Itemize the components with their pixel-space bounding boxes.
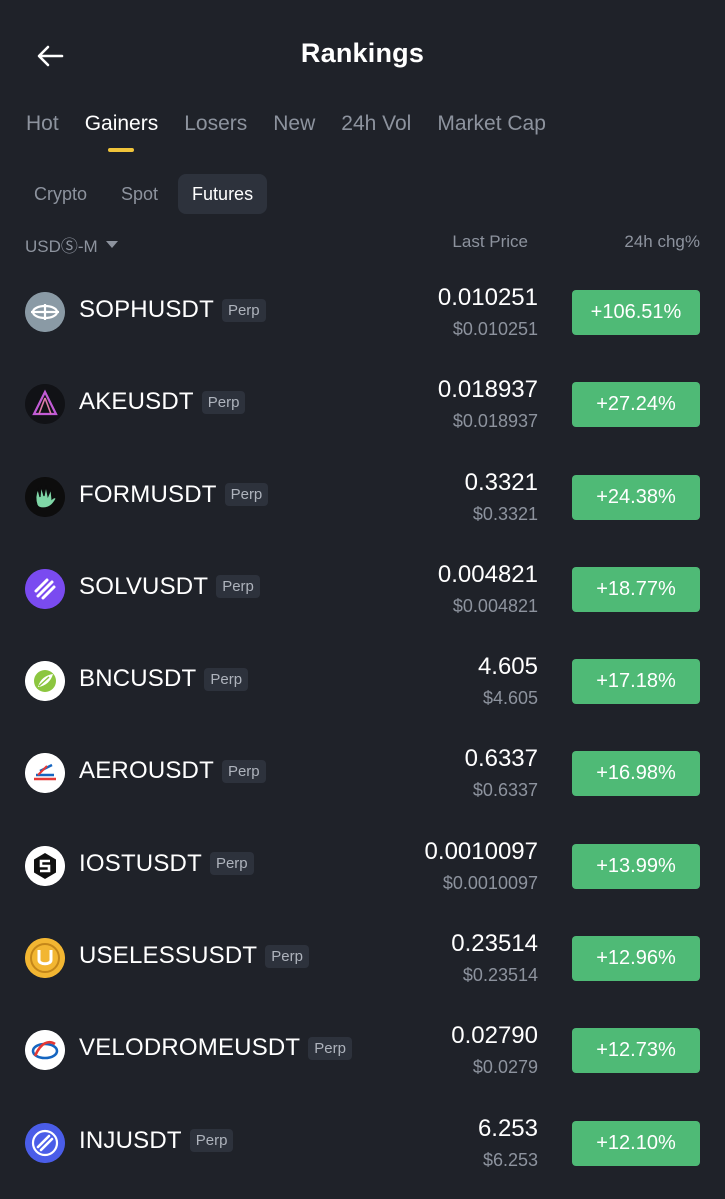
symbol: VELODROMEUSDT [79, 1034, 301, 1062]
last-price: 0.3321 [464, 468, 538, 496]
tab-24h-vol[interactable]: 24h Vol [341, 112, 411, 136]
last-price: 6.253 [477, 1114, 538, 1142]
main-tabs: Hot Gainers Losers New 24h Vol Market Ca… [26, 112, 572, 152]
sub-tabs: Crypto Spot Futures [20, 174, 268, 214]
last-price: 0.6337 [464, 745, 538, 773]
list-item[interactable]: FORMUSDT Perp 0.3321 $0.3321 +24.38% [0, 451, 725, 543]
symbol: FORMUSDT [79, 480, 217, 508]
column-header: USDⓈ-M Last Price 24h chg% [0, 232, 725, 256]
price-usd: $0.23514 [462, 965, 538, 986]
last-price: 0.004821 [437, 560, 538, 588]
page-title: Rankings [300, 38, 425, 68]
symbol: SOLVUSDT [79, 572, 209, 600]
last-price: 4.605 [477, 653, 538, 681]
subtab-spot[interactable]: Spot [107, 174, 172, 214]
active-tab-indicator [108, 148, 135, 152]
change-badge: +16.98% [572, 751, 700, 797]
perp-tag: Perp [265, 944, 309, 968]
price-usd: $6.253 [482, 1149, 538, 1170]
header: Rankings [0, 0, 725, 110]
tab-new[interactable]: New [273, 112, 315, 136]
symbol: IOSTUSDT [79, 849, 202, 877]
last-price: 0.0010097 [424, 837, 538, 865]
subtab-futures[interactable]: Futures [178, 174, 268, 214]
list-item[interactable]: AKEUSDT Perp 0.018937 $0.018937 +27.24% [0, 358, 725, 450]
change-badge: +12.96% [572, 936, 700, 982]
change-badge: +12.73% [572, 1028, 700, 1074]
perp-tag: Perp [224, 483, 269, 507]
list-item[interactable]: IOSTUSDT Perp 0.0010097 $0.0010097 +13.9… [0, 820, 725, 912]
list-item[interactable]: AEROUSDT Perp 0.6337 $0.6337 +16.98% [0, 727, 725, 819]
list-item[interactable]: SOLVUSDT Perp 0.004821 $0.004821 +18.77% [0, 543, 725, 635]
change-badge: +106.51% [572, 290, 700, 335]
list-item[interactable]: VELODROMEUSDT Perp 0.02790 $0.0279 +12.7… [0, 1004, 725, 1096]
useless-icon [25, 938, 65, 979]
price-usd: $0.004821 [452, 595, 538, 616]
last-price: 0.23514 [451, 930, 538, 958]
change-badge: +24.38% [572, 474, 700, 520]
change-header[interactable]: 24h chg% [624, 232, 700, 252]
tab-hot[interactable]: Hot [26, 112, 59, 136]
perp-tag: Perp [189, 1129, 234, 1153]
price-usd: $4.605 [482, 688, 538, 709]
list-item[interactable]: INJUSDT Perp 6.253 $6.253 +12.10% [0, 1097, 725, 1189]
iost-icon [25, 845, 65, 886]
subtab-crypto[interactable]: Crypto [20, 174, 101, 214]
solv-icon [25, 568, 65, 609]
list-item[interactable]: SOPHUSDT Perp 0.010251 $0.010251 +106.51… [0, 266, 725, 358]
symbol: AEROUSDT [79, 757, 214, 785]
perp-tag: Perp [221, 298, 266, 322]
change-badge: +12.10% [572, 1120, 700, 1166]
last-price: 0.02790 [451, 1022, 538, 1050]
change-badge: +27.24% [572, 382, 700, 428]
ake-icon [25, 384, 65, 425]
price-usd: $0.6337 [472, 780, 538, 801]
inj-icon [25, 1122, 65, 1163]
perp-tag: Perp [216, 575, 260, 599]
perp-tag: Perp [221, 759, 266, 783]
velodrome-icon [25, 1030, 65, 1071]
change-badge: +13.99% [572, 843, 700, 889]
rankings-list: SOPHUSDT Perp 0.010251 $0.010251 +106.51… [0, 266, 725, 1189]
aero-icon [25, 753, 65, 794]
form-icon [25, 476, 65, 517]
price-usd: $0.0010097 [442, 872, 538, 893]
change-badge: +17.18% [572, 659, 700, 705]
price-usd: $0.3321 [472, 503, 538, 524]
symbol: AKEUSDT [79, 388, 194, 416]
price-usd: $0.0279 [472, 1057, 538, 1078]
rankings-screen: Rankings Hot Gainers Losers New 24h Vol … [0, 0, 725, 1199]
tab-losers[interactable]: Losers [184, 112, 247, 136]
soph-icon [25, 292, 65, 332]
currency-label: USDⓈ-M [25, 237, 98, 256]
symbol: BNCUSDT [79, 665, 197, 693]
perp-tag: Perp [209, 852, 254, 876]
list-item[interactable]: BNCUSDT Perp 4.605 $4.605 +17.18% [0, 635, 725, 727]
symbol: INJUSDT [79, 1126, 182, 1154]
caret-down-icon [105, 241, 118, 248]
last-price-header[interactable]: Last Price [452, 232, 528, 252]
tab-gainers[interactable]: Gainers [84, 112, 159, 152]
bnc-icon [25, 661, 65, 702]
perp-tag: Perp [308, 1036, 352, 1060]
last-price: 0.010251 [437, 284, 538, 311]
change-badge: +18.77% [572, 566, 700, 612]
list-item[interactable]: USELESSUSDT Perp 0.23514 $0.23514 +12.96… [0, 912, 725, 1004]
perp-tag: Perp [204, 667, 249, 691]
symbol: SOPHUSDT [79, 296, 214, 323]
symbol: USELESSUSDT [79, 942, 258, 970]
price-usd: $0.018937 [452, 411, 538, 432]
tab-market-cap[interactable]: Market Cap [437, 112, 546, 136]
currency-select[interactable]: USDⓈ-M [25, 232, 118, 257]
tab-gainers-label: Gainers [84, 112, 159, 135]
last-price: 0.018937 [437, 376, 538, 404]
perp-tag: Perp [201, 390, 246, 414]
price-usd: $0.010251 [452, 319, 538, 339]
